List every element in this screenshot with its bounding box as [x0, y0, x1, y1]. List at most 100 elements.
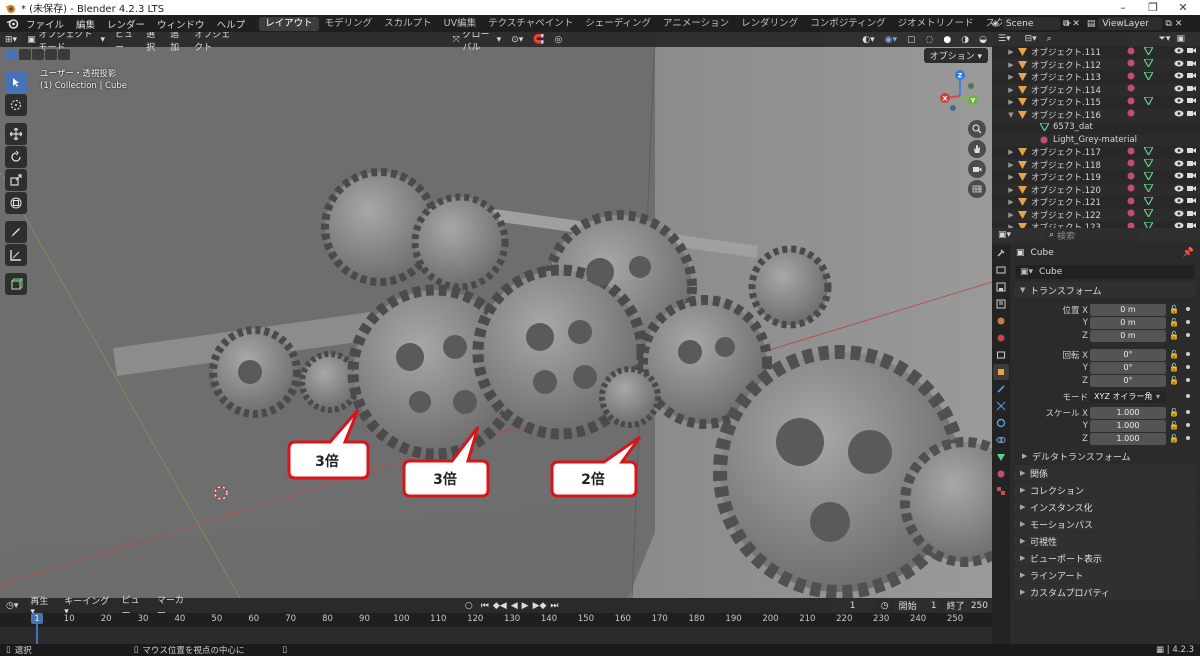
eye-icon[interactable]: [1174, 97, 1184, 107]
tab-sculpt[interactable]: スカルプト: [378, 17, 438, 31]
snap-icon[interactable]: 🧲: [528, 33, 549, 46]
render-camera-icon[interactable]: [1187, 85, 1196, 95]
keyframe-dot-icon[interactable]: [1186, 352, 1190, 356]
close-button[interactable]: ✕: [1168, 0, 1198, 15]
add-cube-tool[interactable]: [5, 273, 27, 295]
render-camera-icon[interactable]: [1187, 60, 1196, 70]
eye-icon[interactable]: [1174, 197, 1184, 207]
collapsed-panel[interactable]: ▶ ビューポート表示: [1014, 550, 1196, 566]
outliner-object-row[interactable]: ▶ オブジェクト.122: [992, 208, 1200, 221]
shading-rendered-icon[interactable]: ◒: [974, 33, 992, 46]
viewport-gizmo-toggle-icon[interactable]: ◐▾: [857, 33, 879, 46]
keyframe-dot-icon[interactable]: [1186, 320, 1190, 324]
display-mode-icon[interactable]: ⊟▾: [1025, 34, 1037, 44]
mode-dropdown[interactable]: ▣ オブジェクトモード ▾: [22, 32, 110, 53]
location-field-value[interactable]: 0 m: [1090, 303, 1166, 316]
keyframe-dot-icon[interactable]: [1186, 410, 1190, 414]
render-camera-icon[interactable]: [1187, 110, 1196, 120]
select-new-icon[interactable]: [6, 48, 18, 60]
outliner-object-row[interactable]: ▶ オブジェクト.118: [992, 158, 1200, 171]
xray-toggle-icon[interactable]: ▢: [902, 33, 921, 46]
tab-modeling[interactable]: モデリング: [319, 17, 379, 31]
transform-orientation-dropdown[interactable]: ⤧ グローバル ▾: [447, 32, 506, 53]
tab-layout[interactable]: レイアウト: [259, 16, 319, 31]
jump-end-icon[interactable]: ⏭: [548, 601, 560, 611]
tool-tab-icon[interactable]: [993, 245, 1009, 261]
outliner-object-row[interactable]: ▶ オブジェクト.119: [992, 171, 1200, 184]
tab-geometry-nodes[interactable]: ジオメトリノード: [892, 17, 980, 31]
menu-help[interactable]: ヘルプ: [211, 17, 252, 31]
render-camera-icon[interactable]: [1187, 185, 1196, 195]
eye-icon[interactable]: [1174, 85, 1184, 95]
navigation-gizmo[interactable]: Z X Y: [935, 68, 985, 118]
collapsed-panel[interactable]: ▶ ラインアート: [1014, 567, 1196, 583]
timeline-editor-type-icon[interactable]: ◷▾: [0, 601, 24, 611]
expand-icon[interactable]: ▶: [1006, 98, 1016, 106]
lock-icon[interactable]: 🔓: [1169, 363, 1179, 372]
eye-icon[interactable]: [1174, 147, 1184, 157]
lock-icon[interactable]: 🔓: [1169, 305, 1179, 314]
outliner-object-row[interactable]: ▶ オブジェクト.114: [992, 83, 1200, 96]
jump-keyframe-forward-icon[interactable]: ▶◆: [531, 601, 549, 611]
menu-view[interactable]: ビュー: [110, 32, 141, 53]
tab-rendering[interactable]: レンダリング: [735, 17, 804, 31]
rotation-field-value[interactable]: 0°: [1090, 361, 1166, 374]
properties-type-icon[interactable]: ▣▾: [998, 230, 1011, 240]
camera-view-icon[interactable]: [968, 160, 986, 178]
record-icon[interactable]: ○: [459, 601, 479, 611]
overlay-toggle-icon[interactable]: ◉▾: [880, 33, 902, 46]
render-camera-icon[interactable]: [1187, 160, 1196, 170]
select-invert-icon[interactable]: [45, 48, 57, 60]
3d-viewport[interactable]: 3倍 3倍 2倍 ⊞▾ ▣ オブジェクトモード ▾ ビュー 選択 追加 オブジェ…: [0, 32, 992, 598]
expand-icon[interactable]: ▶: [1006, 161, 1016, 169]
collapsed-panel[interactable]: ▶ 関係: [1014, 465, 1196, 481]
select-extend-icon[interactable]: [19, 48, 31, 60]
keyframe-dot-icon[interactable]: [1186, 333, 1190, 337]
data-tab-icon[interactable]: [993, 449, 1009, 465]
outliner-object-row[interactable]: ▶ オブジェクト.120: [992, 183, 1200, 196]
lock-icon[interactable]: 🔓: [1169, 331, 1179, 340]
particles-tab-icon[interactable]: [993, 398, 1009, 414]
render-camera-icon[interactable]: [1187, 147, 1196, 157]
lock-icon[interactable]: 🔓: [1169, 408, 1179, 417]
location-field-value[interactable]: 0 m: [1090, 329, 1166, 342]
keyframe-dot-icon[interactable]: [1186, 365, 1190, 369]
select-box-tool[interactable]: [5, 71, 27, 93]
outliner-object-row[interactable]: ▶ オブジェクト.115: [992, 96, 1200, 109]
new-collection-icon[interactable]: ▣: [1176, 34, 1185, 44]
measure-tool[interactable]: [5, 244, 27, 266]
pin-icon[interactable]: 📌: [1183, 248, 1194, 258]
transform-panel-header[interactable]: ▼ トランスフォーム: [1014, 282, 1196, 298]
render-tab-icon[interactable]: [993, 262, 1009, 278]
render-camera-icon[interactable]: [1187, 47, 1196, 57]
transform-tool[interactable]: [5, 192, 27, 214]
physics-tab-icon[interactable]: [993, 415, 1009, 431]
copy-layer-icon[interactable]: ⧉: [1165, 19, 1171, 29]
render-camera-icon[interactable]: [1187, 197, 1196, 207]
eye-icon[interactable]: [1174, 72, 1184, 82]
eye-icon[interactable]: [1174, 172, 1184, 182]
maximize-button[interactable]: ❐: [1138, 0, 1168, 15]
render-camera-icon[interactable]: [1187, 97, 1196, 107]
lock-icon[interactable]: 🔓: [1169, 376, 1179, 385]
outliner-data-row[interactable]: 6573_dat: [992, 121, 1200, 134]
outliner-object-row[interactable]: ▶ オブジェクト.113: [992, 71, 1200, 84]
annotate-tool[interactable]: [5, 221, 27, 243]
output-tab-icon[interactable]: [993, 279, 1009, 295]
view-layer-field[interactable]: ViewLayer: [1098, 17, 1163, 30]
outliner-object-row[interactable]: ▶オブジェクト.123: [992, 221, 1200, 228]
lock-icon[interactable]: 🔓: [1169, 434, 1179, 443]
shading-solid-icon[interactable]: ●: [938, 33, 956, 46]
menu-render[interactable]: レンダー: [101, 17, 151, 31]
shading-wireframe-icon[interactable]: ◌: [921, 33, 939, 46]
expand-icon[interactable]: ▶: [1006, 61, 1016, 69]
minimize-button[interactable]: –: [1108, 0, 1138, 15]
collapsed-panel[interactable]: ▶ 可視性: [1014, 533, 1196, 549]
collapse-icon[interactable]: ▼: [1006, 111, 1016, 119]
lock-icon[interactable]: 🔓: [1169, 350, 1179, 359]
collapsed-panel[interactable]: ▶ コレクション: [1014, 482, 1196, 498]
outliner-object-row[interactable]: ▶ オブジェクト.112: [992, 58, 1200, 71]
rotate-tool[interactable]: [5, 146, 27, 168]
options-dropdown[interactable]: オプション ▾: [923, 48, 988, 63]
keyframe-dot-icon[interactable]: [1186, 436, 1190, 440]
